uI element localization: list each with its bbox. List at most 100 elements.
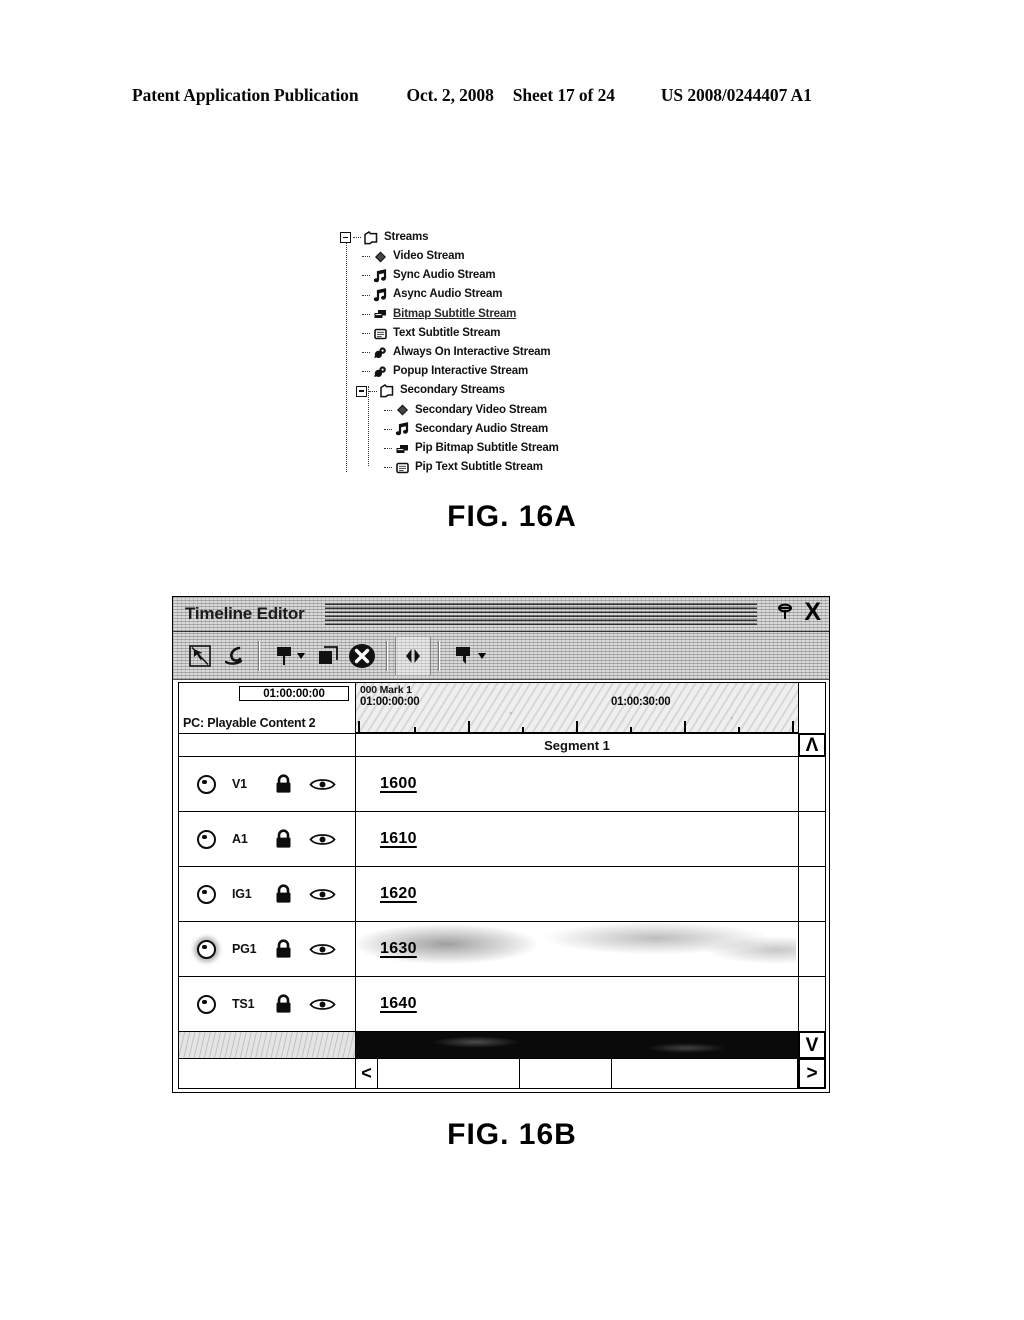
segment-row-left-spacer [179, 734, 356, 756]
toolbar-separator [386, 640, 388, 671]
lock-icon[interactable] [274, 939, 293, 959]
visibility-eye-icon[interactable] [309, 777, 336, 792]
tree-item-text-subtitle-stream[interactable]: Text Subtitle Stream [340, 324, 660, 343]
vscroll-track[interactable] [799, 867, 825, 921]
tree-item-label: Sync Audio Stream [393, 269, 496, 282]
tree-item-pip-text-subtitle-stream[interactable]: Pip Text Subtitle Stream [340, 458, 660, 477]
horizontal-scrollbar[interactable]: < [356, 1059, 799, 1088]
tree-item-secondary-video-stream[interactable]: Secondary Video Stream [340, 401, 660, 420]
tree-connector-icon [362, 252, 371, 261]
track-name-label: PG1 [232, 942, 257, 956]
visibility-eye-icon[interactable] [309, 887, 336, 902]
left-right-icon [406, 648, 420, 663]
tree-item-sync-audio-stream[interactable]: Sync Audio Stream [340, 266, 660, 285]
visibility-eye-icon[interactable] [309, 997, 336, 1012]
reference-numeral: 1600 [380, 775, 417, 792]
lock-icon[interactable] [274, 829, 293, 849]
expand-collapse-icon[interactable] [356, 385, 367, 397]
marker-tool-button[interactable] [267, 639, 311, 673]
tree-item-pip-bitmap-subtitle-stream[interactable]: Pip Bitmap Subtitle Stream [340, 439, 660, 458]
track-select-radio[interactable] [197, 939, 216, 959]
track-lane-ts1[interactable]: 1640 [356, 977, 799, 1031]
overview-band-left [179, 1032, 356, 1058]
tree-item-streams[interactable]: Streams [340, 228, 660, 247]
playable-content-panel: 01:00:00:00 PC: Playable Content 2 [179, 683, 356, 733]
timeline-editor-window: Timeline Editor X 01:00:00:00 PC: Playab… [172, 596, 830, 1093]
vscroll-track[interactable] [799, 922, 825, 976]
window-controls: X [776, 600, 821, 625]
hscroll-left-spacer [179, 1059, 356, 1088]
track-select-radio[interactable] [197, 884, 216, 904]
hscroll-thumb[interactable] [378, 1059, 520, 1088]
pushpin-icon[interactable] [776, 601, 794, 625]
tree-item-popup-interactive-stream[interactable]: Popup Interactive Stream [340, 362, 660, 381]
tree-item-async-audio-stream[interactable]: Async Audio Stream [340, 286, 660, 305]
bitmap-subtitle-icon [395, 442, 410, 456]
timeline-overview-band[interactable] [356, 1032, 799, 1058]
lock-icon[interactable] [274, 884, 293, 904]
selection-arrow-tool-button[interactable] [183, 639, 217, 673]
hscroll-right-button[interactable]: > [799, 1059, 825, 1088]
vscroll-up-button[interactable]: Λ [799, 734, 825, 756]
page-header: Patent Application Publication Oct. 2, 2… [132, 85, 892, 106]
visibility-eye-icon[interactable] [309, 832, 336, 847]
track-lane-v1[interactable]: 1600 [356, 757, 799, 811]
tree-item-label: Bitmap Subtitle Stream [393, 307, 517, 320]
hscroll-left-button[interactable]: < [356, 1059, 378, 1088]
chevron-down-icon[interactable] [477, 652, 486, 659]
x-circle-icon [349, 643, 375, 668]
tree-item-always-on-interactive-stream[interactable]: Always On Interactive Stream [340, 343, 660, 362]
chevron-down-icon[interactable] [296, 652, 305, 659]
expand-range-tool-button[interactable] [396, 639, 430, 673]
track-lane-ig1[interactable]: 1620 [356, 867, 799, 921]
vscroll-track[interactable] [799, 757, 825, 811]
track-select-radio[interactable] [197, 774, 216, 794]
window-title-bar[interactable]: Timeline Editor X [173, 597, 829, 632]
current-timecode-field[interactable]: 01:00:00:00 [239, 686, 349, 701]
editor-toolbar [173, 632, 829, 680]
track-lane-pg1[interactable]: 1630 [356, 916, 799, 978]
vscroll-down-button[interactable]: V [799, 1032, 825, 1058]
title-grip [325, 603, 757, 625]
segment-label[interactable]: Segment 1 [356, 734, 799, 756]
audio-note-icon [395, 422, 410, 436]
playable-content-label: PC: Playable Content 2 [183, 716, 316, 730]
tree-item-secondary-streams[interactable]: Secondary Streams [340, 382, 660, 401]
secondary-marker-tool-button[interactable] [447, 639, 491, 673]
visibility-eye-icon[interactable] [309, 942, 336, 957]
segment-row: Segment 1 Λ [179, 733, 825, 756]
vscroll-track[interactable] [799, 812, 825, 866]
track-header-ts1: TS1 [179, 977, 356, 1031]
toolbar-separator [258, 640, 260, 671]
timeline-ruler[interactable]: 000 Mark 1 01:00:00:00 01:00:30:00 [356, 683, 799, 733]
duplicate-tool-button[interactable] [311, 639, 345, 673]
lasso-trim-tool-button[interactable] [217, 639, 251, 673]
track-select-radio[interactable] [197, 829, 216, 849]
audio-note-icon [373, 288, 388, 302]
delete-tool-button[interactable] [345, 639, 379, 673]
expand-collapse-icon[interactable] [340, 232, 351, 244]
mark-timecode: 01:00:00:00 [360, 696, 420, 708]
window-title: Timeline Editor [185, 604, 305, 623]
interactive-stream-icon [373, 365, 388, 379]
timeline-editor-body: 01:00:00:00 PC: Playable Content 2 000 M… [178, 682, 826, 1089]
tree-item-label: Secondary Audio Stream [415, 422, 549, 435]
hscroll-page-region[interactable] [520, 1059, 612, 1088]
vscroll-track[interactable] [799, 977, 825, 1031]
tree-item-video-stream[interactable]: Video Stream [340, 247, 660, 266]
hscroll-trough[interactable] [612, 1059, 798, 1088]
tree-connector-icon [362, 310, 371, 319]
bitmap-subtitle-icon [373, 307, 388, 321]
tree-connector-icon [362, 271, 371, 280]
tree-item-secondary-audio-stream[interactable]: Secondary Audio Stream [340, 420, 660, 439]
track-name-label: V1 [232, 777, 247, 791]
track-lane-a1[interactable]: 1610 [356, 812, 799, 866]
lock-icon[interactable] [274, 774, 293, 794]
tree-item-bitmap-subtitle-stream[interactable]: Bitmap Subtitle Stream [340, 305, 660, 324]
interactive-stream-icon [373, 346, 388, 360]
track-select-radio[interactable] [197, 994, 216, 1014]
tree-item-label: Async Audio Stream [393, 288, 503, 301]
audio-note-icon [373, 269, 388, 283]
close-button[interactable]: X [804, 600, 821, 625]
lock-icon[interactable] [274, 994, 293, 1014]
